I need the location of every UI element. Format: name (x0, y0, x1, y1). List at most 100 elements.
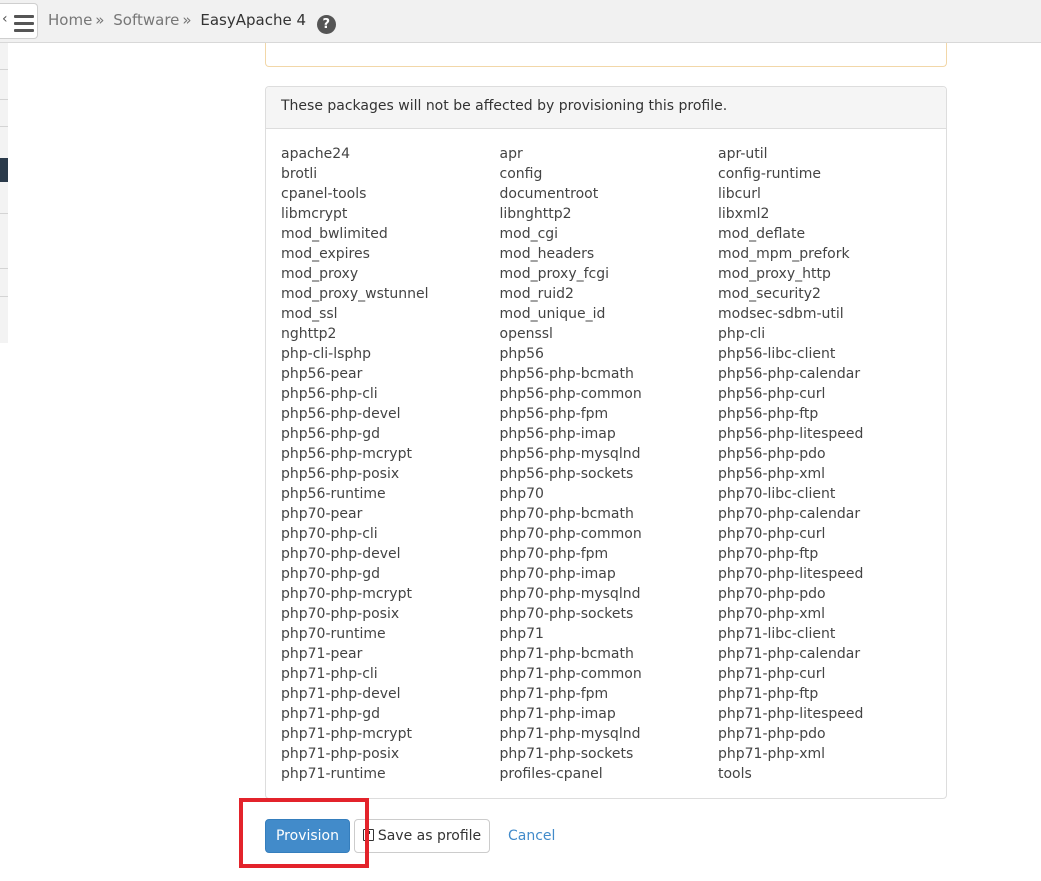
save-as-profile-button[interactable]: Save as profile (354, 819, 490, 853)
sidebar-active-item[interactable] (0, 158, 8, 182)
package-item: apache24 (281, 146, 351, 162)
package-item: php56-php-common (499, 386, 642, 402)
package-item: libmcrypt (281, 206, 348, 222)
package-item: php70-php-xml (718, 606, 826, 622)
save-as-profile-label: Save as profile (377, 828, 482, 844)
package-item: php70-php-mysqlnd (499, 586, 641, 602)
panel-heading: These packages will not be affected by p… (266, 87, 946, 129)
package-item: php71-php-bcmath (499, 646, 634, 662)
package-item: mod_bwlimited (281, 226, 388, 242)
package-item: config (499, 166, 543, 182)
package-item: php56-php-bcmath (499, 366, 634, 382)
breadcrumb-separator: » (95, 11, 105, 29)
breadcrumb: Home» Software» EasyApache 4 ? (48, 11, 336, 34)
package-item: php71-php-sockets (499, 746, 634, 762)
package-item: config-runtime (718, 166, 822, 182)
package-item: php56-php-fpm (499, 406, 609, 422)
package-list: apache24 apr apr-util brotli config config-ru… (281, 144, 941, 784)
package-item: php56-php-cli (281, 386, 378, 402)
package-item: php56-php-xml (718, 466, 826, 482)
top-bar: ‹ Home» Software» EasyApache 4 ? (0, 0, 1041, 43)
package-item: php-cli (718, 326, 766, 342)
package-item: php56-php-litespeed (718, 426, 864, 442)
help-icon[interactable]: ? (316, 15, 336, 34)
package-item: php56-pear (281, 366, 363, 382)
menu-toggle-button[interactable]: ‹ (0, 3, 38, 39)
package-item: php56-php-ftp (718, 406, 819, 422)
package-item: php56-libc-client (718, 346, 836, 362)
package-item: php71-php-devel (281, 686, 401, 702)
package-item: php70-php-imap (499, 566, 616, 582)
package-item: mod_security2 (718, 286, 821, 302)
package-item: openssl (499, 326, 553, 342)
package-item: php71-php-litespeed (718, 706, 864, 722)
breadcrumb-software[interactable]: Software (113, 11, 179, 29)
package-item: php71-php-xml (718, 746, 826, 762)
package-item: php56-php-posix (281, 466, 400, 482)
package-item: php56-php-gd (281, 426, 380, 442)
package-item: php70-php-ftp (718, 546, 819, 562)
package-item: php70-php-posix (281, 606, 400, 622)
breadcrumb-home[interactable]: Home (48, 11, 92, 29)
package-item: php70-php-litespeed (718, 566, 864, 582)
package-item: php56-php-mcrypt (281, 446, 412, 462)
package-item: php56-php-curl (718, 386, 826, 402)
package-item: php70-php-fpm (499, 546, 609, 562)
unaffected-packages-panel: These packages will not be affected by p… (265, 86, 947, 799)
package-item: documentroot (499, 186, 599, 202)
package-item: apr-util (718, 146, 768, 162)
package-item: php71-php-mysqlnd (499, 726, 641, 742)
package-item: php56-php-calendar (718, 366, 861, 382)
package-item: php71-php-curl (718, 666, 826, 682)
package-item: libnghttp2 (499, 206, 572, 222)
package-item: mod_deflate (718, 226, 806, 242)
package-item: tools (718, 766, 752, 782)
package-item: php70-pear (281, 506, 363, 522)
package-item: mod_unique_id (499, 306, 606, 322)
package-item: php71-pear (281, 646, 363, 662)
package-item: mod_proxy_wstunnel (281, 286, 429, 302)
package-item: profiles-cpanel (499, 766, 603, 782)
package-item: php70-php-pdo (718, 586, 826, 602)
package-item: mod_ssl (281, 306, 338, 322)
package-item: libcurl (718, 186, 761, 202)
highlight-box (239, 798, 369, 868)
package-item: php71-php-calendar (718, 646, 861, 662)
package-item: php71-php-cli (281, 666, 378, 682)
package-item: php56-php-mysqlnd (499, 446, 641, 462)
package-item: php70-php-curl (718, 526, 826, 542)
package-item: mod_expires (281, 246, 370, 262)
package-item: php71-libc-client (718, 626, 836, 642)
package-item: php70-php-sockets (499, 606, 634, 622)
package-item: mod_proxy (281, 266, 359, 282)
package-item: mod_mpm_prefork (718, 246, 850, 262)
package-item: apr (499, 146, 523, 162)
package-item: cpanel-tools (281, 186, 367, 202)
package-item: php56-runtime (281, 486, 386, 502)
package-item: mod_headers (499, 246, 595, 262)
package-item: php70-php-calendar (718, 506, 861, 522)
package-item: php70-php-devel (281, 546, 401, 562)
package-item: php71-php-posix (281, 746, 400, 762)
package-item: php70 (499, 486, 544, 502)
package-item: php56 (499, 346, 544, 362)
sidebar-collapsed (0, 43, 8, 343)
package-item: libxml2 (718, 206, 770, 222)
package-item: php71-php-common (499, 666, 642, 682)
cancel-link[interactable]: Cancel (507, 819, 555, 853)
package-item: php71-php-ftp (718, 686, 819, 702)
breadcrumb-current: EasyApache 4 (200, 11, 306, 29)
package-item: php70-libc-client (718, 486, 836, 502)
package-item: php70-php-gd (281, 566, 380, 582)
package-item: php71-runtime (281, 766, 386, 782)
package-item: php56-php-pdo (718, 446, 826, 462)
package-item: nghttp2 (281, 326, 337, 342)
collapse-arrow-icon: ‹ (2, 11, 8, 27)
hamburger-icon (14, 15, 34, 36)
package-item: php70-php-mcrypt (281, 586, 412, 602)
package-item: php71-php-gd (281, 706, 380, 722)
package-item: php70-php-common (499, 526, 642, 542)
package-item: php71-php-mcrypt (281, 726, 412, 742)
package-item: php71-php-imap (499, 706, 616, 722)
previous-panel-bottom (265, 43, 947, 67)
